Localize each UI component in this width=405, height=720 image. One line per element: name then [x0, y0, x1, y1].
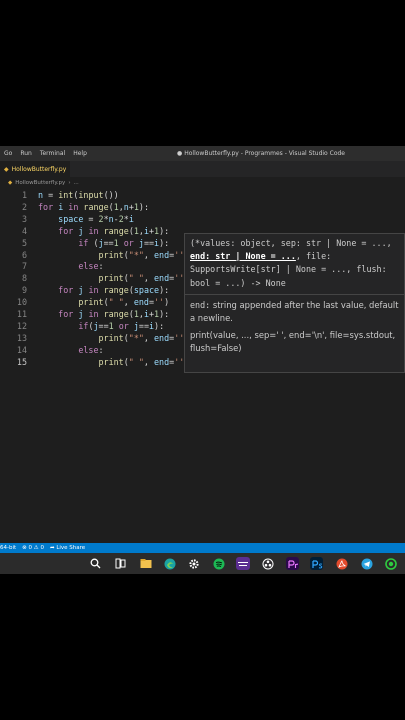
active-parameter: end: str | None = ... [190, 251, 296, 262]
line-number: 9 [21, 285, 27, 296]
python-file-icon: ◆ [8, 180, 13, 186]
code-line[interactable]: 1 n = int(input()) [0, 189, 405, 201]
line-number: 7 [21, 261, 27, 272]
menu-bar: Go Run Terminal Help [4, 150, 87, 157]
code-text[interactable]: else: [38, 344, 103, 356]
menu-run[interactable]: Run [20, 150, 32, 157]
code-text[interactable]: if(j==1 or j==i): [38, 320, 164, 332]
breadcrumb: ◆ HollowButterfly.py › ... [8, 178, 79, 188]
windows-taskbar [0, 553, 405, 574]
spotify-icon[interactable] [212, 557, 225, 570]
line-number: 4 [21, 225, 27, 236]
line-number: 8 [21, 273, 27, 284]
live-share-icon: ➦ [49, 545, 55, 551]
breadcrumb-separator: › [68, 180, 71, 186]
photoshop-icon[interactable] [310, 557, 323, 570]
premiere-icon[interactable] [286, 557, 299, 570]
status-live-share[interactable]: ➦ Live Share [50, 545, 85, 551]
python-file-icon: ◆ [4, 165, 9, 173]
task-view-icon[interactable] [114, 557, 127, 570]
line-number: 10 [16, 297, 27, 308]
code-text[interactable]: for j in range(space): [38, 284, 169, 296]
settings-icon[interactable] [187, 557, 200, 570]
status-problems[interactable]: ⊗ 0 ⚠ 0 [22, 545, 44, 551]
code-text[interactable]: print(" ", end='') [38, 272, 190, 284]
title-bar: Go Run Terminal Help ● HollowButterfly.py… [0, 146, 405, 161]
line-number: 6 [21, 249, 27, 260]
code-text[interactable]: if (j==1 or j==i): [38, 237, 169, 249]
code-text[interactable]: else: [38, 260, 103, 272]
line-number: 15 [16, 356, 27, 367]
line-number: 11 [16, 309, 27, 319]
line-number: 2 [21, 201, 27, 212]
code-text[interactable]: print(" ", end='') [38, 356, 191, 368]
line-number: 13 [16, 332, 27, 343]
code-line[interactable]: 2 for i in range(1,n+1): [0, 201, 405, 213]
menu-go[interactable]: Go [4, 150, 12, 157]
code-text[interactable]: for j in range(1,i+1): [38, 225, 169, 237]
hover-tooltip: (*values: object, sep: str | None = ...,… [184, 233, 405, 373]
status-bar: 64-bit ⊗ 0 ⚠ 0 ➦ Live Share [0, 543, 405, 553]
tab-hollowbutterfly[interactable]: ◆ HollowButterfly.py [0, 161, 70, 177]
function-doc: print(value, ..., sep=' ', end='\n', fil… [190, 329, 396, 353]
app-icon[interactable] [236, 557, 250, 570]
parameter-doc: end: string appended after the last valu… [190, 299, 399, 323]
code-text[interactable]: space = 2*n-2*i [38, 213, 134, 225]
code-text[interactable]: print("*", end='') [38, 332, 190, 344]
telegram-icon[interactable] [360, 557, 373, 570]
unsaved-dot-icon: ● [176, 150, 183, 157]
line-number: 14 [16, 344, 27, 355]
file-explorer-icon[interactable] [139, 557, 152, 570]
edge-icon[interactable] [163, 557, 176, 570]
code-text[interactable]: n = int(input()) [38, 189, 119, 201]
breadcrumb-more[interactable]: ... [74, 180, 79, 186]
code-text[interactable]: print("*", end='') [38, 249, 190, 261]
tab-label: HollowButterfly.py [11, 165, 67, 173]
signature: (*values: object, sep: str | None = ...,… [190, 238, 392, 288]
code-line[interactable]: 3 space = 2*n-2*i [0, 213, 405, 225]
tooltip-divider [185, 293, 404, 295]
line-number: 3 [21, 213, 27, 224]
menu-terminal[interactable]: Terminal [40, 150, 65, 157]
breadcrumb-file[interactable]: HollowButterfly.py [15, 180, 65, 186]
status-arch[interactable]: 64-bit [0, 545, 16, 551]
search-icon[interactable] [89, 557, 102, 570]
code-text[interactable]: for j in range(1,i+1): [38, 308, 169, 320]
line-number: 5 [21, 237, 27, 248]
line-number: 1 [21, 190, 27, 200]
vscode-window: Go Run Terminal Help ● HollowButterfly.py… [0, 146, 405, 574]
tab-bar: ◆ HollowButterfly.py [0, 161, 405, 177]
window-title: ● HollowButterfly.py - Programmes - Visua… [176, 150, 345, 157]
code-text[interactable]: for i in range(1,n+1): [38, 201, 149, 213]
line-number: 12 [16, 320, 27, 331]
acrobat-icon[interactable] [335, 557, 348, 570]
green-app-icon[interactable] [384, 557, 397, 570]
obs-icon[interactable] [261, 557, 274, 570]
code-text[interactable]: print(" ", end='') [38, 296, 169, 308]
menu-help[interactable]: Help [73, 150, 87, 157]
